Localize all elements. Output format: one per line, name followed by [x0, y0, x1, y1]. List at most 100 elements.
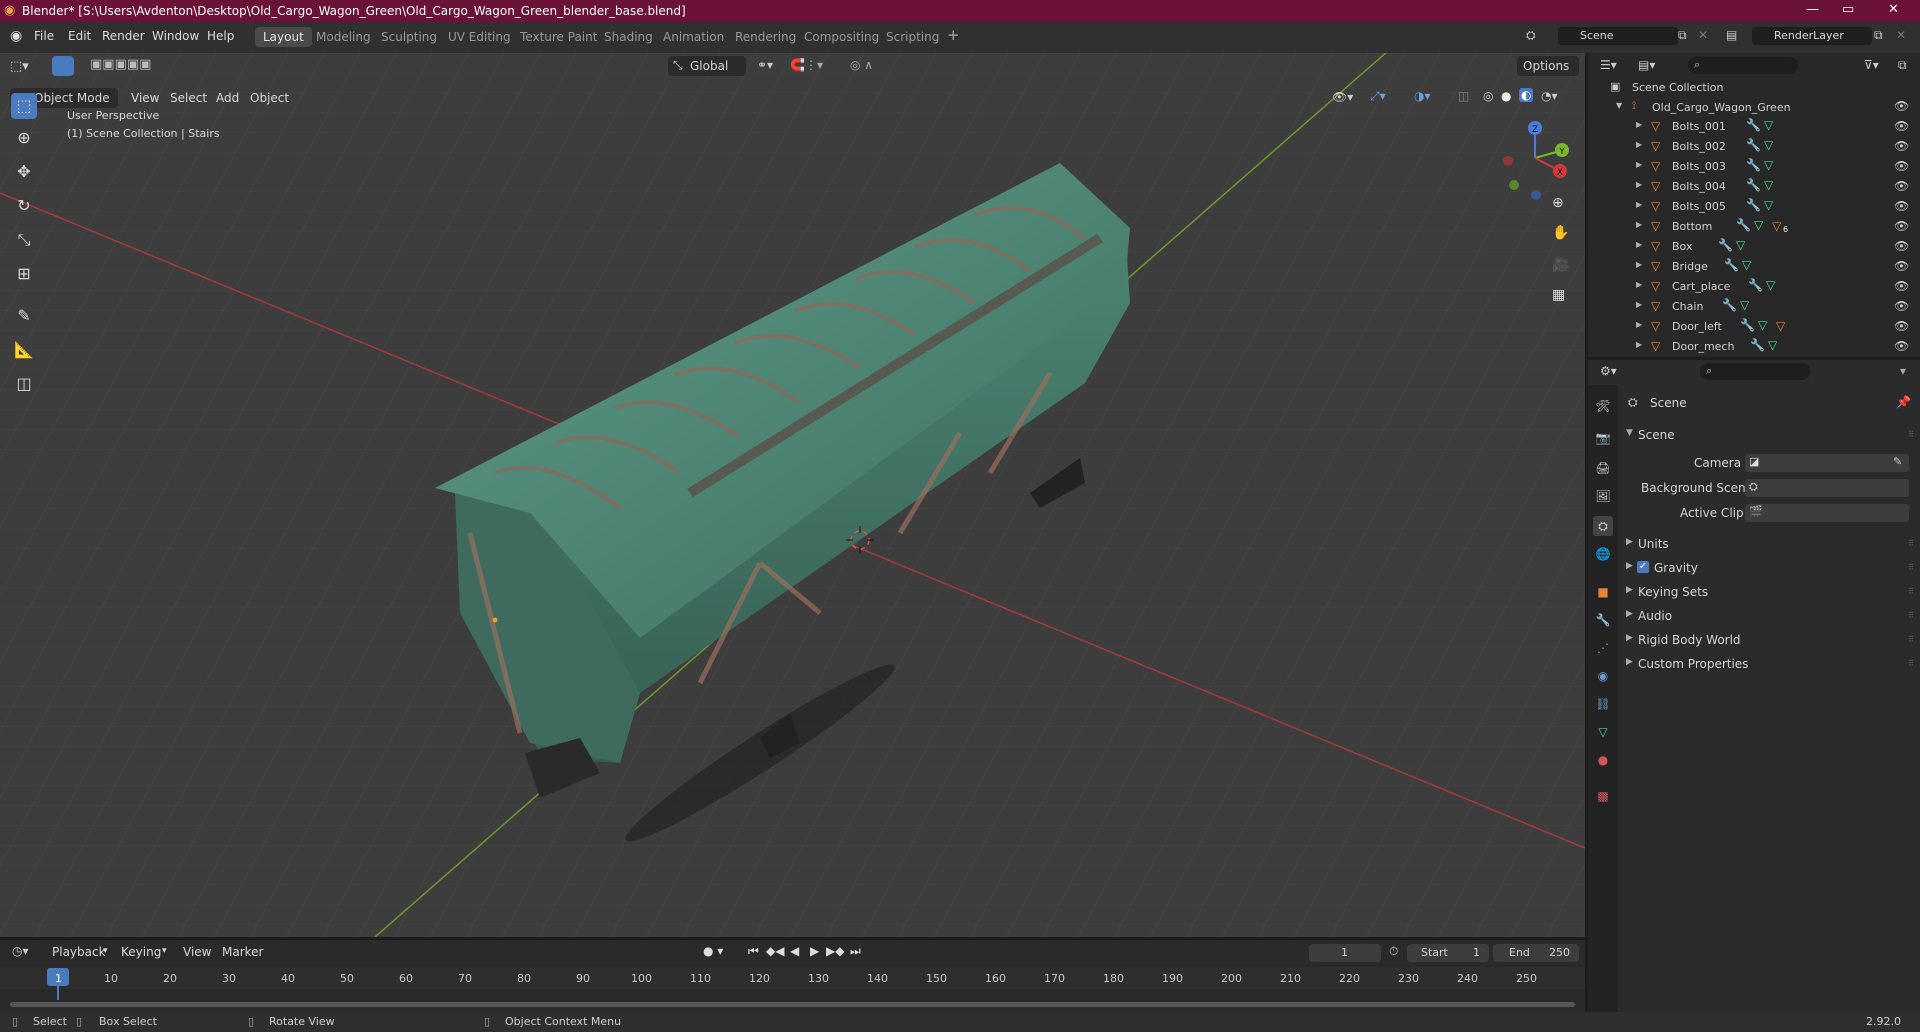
constraints-tab-icon[interactable]: ⛓ — [1593, 694, 1613, 714]
editor-type-icon[interactable]: ⬚▾ — [10, 59, 29, 74]
visibility-icon[interactable]: 👁▾ — [1332, 90, 1353, 104]
ortho-grid-icon[interactable]: ▦ — [1552, 287, 1565, 303]
keying-sets-panel[interactable]: ▶ Keying Sets ⠿ — [1622, 581, 1914, 603]
prev-keyframe-icon[interactable]: ◆◀ — [766, 944, 784, 958]
output-tab-icon[interactable]: 🖨 — [1593, 458, 1613, 478]
units-panel[interactable]: ▶ Units ⠿ — [1622, 533, 1914, 555]
object-tab-icon[interactable]: ■ — [1593, 582, 1613, 602]
camera-field[interactable]: ◪ ✎ — [1745, 454, 1909, 472]
orientation-dropdown[interactable]: ⤡ Global — [668, 56, 746, 76]
select-mode-icons[interactable]: ▣▣▣▣▣ — [90, 57, 151, 72]
expand-arrow-icon[interactable]: ▶ — [1636, 120, 1642, 129]
outliner-item[interactable]: ▶ ▽ Door_mech 🔧 ▽ 👁 — [1588, 337, 1920, 357]
expand-arrow-icon[interactable]: ▶ — [1636, 180, 1642, 189]
view-layer-icon[interactable]: ▤ — [1726, 28, 1737, 42]
world-tab-icon[interactable]: 🌐 — [1593, 544, 1613, 564]
menu-help[interactable]: Help — [207, 29, 234, 43]
modifier-wrench-icon[interactable]: 🔧 — [1748, 278, 1763, 292]
modifier-wrench-icon[interactable]: 🔧 — [1750, 338, 1765, 352]
menu-object[interactable]: Object — [250, 91, 289, 105]
outliner-item[interactable]: ▶ ▽ Bolts_004 🔧 ▽ 👁 — [1588, 177, 1920, 197]
outliner-item[interactable]: ▶ ▽ Bolts_002 🔧 ▽ 👁 — [1588, 137, 1920, 157]
current-frame-field[interactable]: 1 — [1309, 944, 1381, 962]
modifier-wrench-icon[interactable]: 🔧 — [1718, 238, 1733, 252]
render-tab-icon[interactable]: 📷 — [1593, 428, 1613, 448]
mesh-data-icon[interactable]: ▽ — [1754, 218, 1763, 232]
visibility-eye-icon[interactable]: 👁 — [1894, 179, 1909, 193]
modifier-wrench-icon[interactable]: 🔧 — [1740, 318, 1755, 332]
modifier-wrench-icon[interactable]: 🔧 — [1746, 118, 1761, 132]
mesh-data-icon[interactable]: ▽ — [1768, 338, 1777, 352]
scene-icon[interactable]: ⛭ — [1526, 28, 1536, 43]
material-tab-icon[interactable]: ● — [1593, 750, 1613, 770]
mesh-data-icon[interactable]: ▽ — [1740, 298, 1749, 312]
mesh-data-icon[interactable]: ▽ — [1764, 158, 1773, 172]
expand-arrow-icon[interactable]: ▶ — [1636, 240, 1642, 249]
overlay-toggle-icon[interactable]: ◑▾ — [1414, 89, 1431, 103]
pan-hand-icon[interactable]: ✋ — [1552, 225, 1569, 241]
gravity-checkbox[interactable]: ✓ — [1637, 561, 1649, 573]
outliner-item[interactable]: ▶ ▽ Chain 🔧 ▽ 👁 — [1588, 297, 1920, 317]
new-layer-icon[interactable]: ⧉ — [1874, 28, 1883, 43]
modifier-wrench-icon[interactable]: 🔧 — [1746, 158, 1761, 172]
modifier-wrench-icon[interactable]: 🔧 — [1724, 258, 1739, 272]
mesh-data-icon[interactable]: ▽ — [1758, 318, 1767, 332]
play-reverse-icon[interactable]: ◀ — [790, 944, 799, 958]
expand-arrow-icon[interactable]: ▶ — [1636, 280, 1642, 289]
drag-grip-icon[interactable]: ⠿ — [1908, 659, 1914, 668]
visibility-eye-icon[interactable]: 👁 — [1894, 219, 1909, 233]
camera-view-icon[interactable]: 🎥 — [1552, 257, 1569, 273]
add-workspace-button[interactable]: + — [947, 26, 960, 44]
outliner-item[interactable]: ▶ ▽ Bolts_001 🔧 ▽ 👁 — [1588, 117, 1920, 137]
visibility-eye-icon[interactable]: 👁 — [1894, 239, 1909, 253]
gizmo-toggle-icon[interactable]: ⤢▾ — [1370, 89, 1386, 104]
visibility-eye-icon[interactable]: 👁 — [1894, 119, 1909, 133]
expand-arrow-icon[interactable]: ▶ — [1636, 320, 1642, 329]
mesh-data-icon[interactable]: ▽ — [1742, 258, 1751, 272]
play-icon[interactable]: ▶ — [810, 944, 819, 958]
drag-grip-icon[interactable]: ⠿ — [1908, 587, 1914, 596]
texture-tab-icon[interactable]: ▩ — [1593, 786, 1613, 806]
drag-grip-icon[interactable]: ⠿ — [1908, 563, 1914, 572]
options-dropdown[interactable]: Options — [1517, 56, 1579, 76]
menu-render[interactable]: Render — [102, 29, 145, 43]
menu-keying[interactable]: Keying — [121, 945, 161, 959]
scene-panel-header[interactable]: ▼ Scene ⠿ — [1622, 424, 1914, 446]
view-layer-tab-icon[interactable]: 🖼 — [1593, 486, 1613, 506]
zoom-icon[interactable]: ⊕ — [1552, 195, 1564, 211]
jump-start-icon[interactable]: ⏮ — [748, 944, 759, 959]
modifier-wrench-icon[interactable]: 🔧 — [1746, 198, 1761, 212]
new-collection-icon[interactable]: ⧉ — [1898, 58, 1907, 73]
cursor-tool[interactable]: ⊕ — [11, 125, 37, 151]
mesh-data-icon[interactable]: ▽ — [1764, 118, 1773, 132]
scene-tab-icon[interactable]: ⛭ — [1593, 516, 1613, 536]
annotate-tool[interactable]: ✎ — [11, 303, 37, 329]
menu-timeline-view[interactable]: View — [183, 945, 211, 959]
modifier-wrench-icon[interactable]: 🔧 — [1722, 298, 1737, 312]
shading-wireframe-icon[interactable]: ◎ — [1483, 89, 1493, 103]
blender-menu-icon[interactable]: ◉ — [10, 28, 22, 44]
modifier-wrench-icon[interactable]: 🔧 — [1746, 138, 1761, 152]
expand-arrow-icon[interactable]: ▼ — [1616, 101, 1622, 110]
pivot-icon[interactable]: ⚭▾ — [757, 58, 773, 72]
visibility-eye-icon[interactable]: 👁 — [1894, 279, 1909, 293]
outliner-search-input[interactable]: ⌕ — [1688, 57, 1798, 74]
expand-arrow-icon[interactable]: ▶ — [1636, 160, 1642, 169]
timeline-scrollbar[interactable] — [10, 1002, 1575, 1007]
renderlayer-selector[interactable]: RenderLayer — [1752, 27, 1872, 45]
expand-arrow-icon[interactable]: ▶ — [1636, 260, 1642, 269]
end-frame-field[interactable]: End 250 — [1493, 944, 1579, 962]
delete-scene-icon[interactable]: ✕ — [1698, 28, 1708, 42]
delete-layer-icon[interactable]: ✕ — [1896, 28, 1906, 42]
visibility-eye-icon[interactable]: 👁 — [1894, 199, 1909, 213]
close-button[interactable]: ✕ — [1888, 2, 1899, 17]
tab-compositing[interactable]: Compositing — [796, 27, 887, 47]
preview-range-icon[interactable]: ⏱ — [1389, 944, 1398, 959]
next-keyframe-icon[interactable]: ▶◆ — [826, 944, 844, 958]
rigid-body-world-panel[interactable]: ▶ Rigid Body World ⠿ — [1622, 629, 1914, 651]
visibility-eye-icon[interactable]: 👁 — [1894, 159, 1909, 173]
outliner-item[interactable]: ▶ ▽ Cart_place 🔧 ▽ 👁 — [1588, 277, 1920, 297]
tab-rendering[interactable]: Rendering — [727, 27, 804, 47]
expand-arrow-icon[interactable]: ▶ — [1636, 220, 1642, 229]
drag-grip-icon[interactable]: ⠿ — [1908, 539, 1914, 548]
